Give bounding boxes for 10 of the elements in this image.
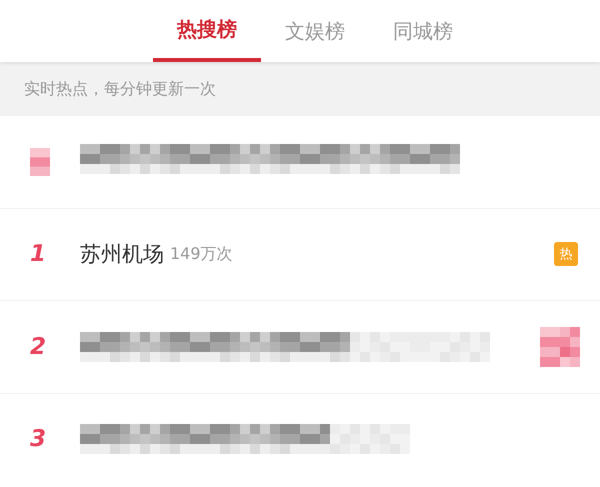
rank-number: 2 xyxy=(30,332,48,362)
view-count: 149万次 xyxy=(170,243,233,266)
redacted-icon xyxy=(30,148,50,176)
notice-text: 实时热点，每分钟更新一次 xyxy=(0,62,600,115)
topic-title[interactable]: 苏州机场 xyxy=(80,238,164,270)
rank-number: 3 xyxy=(30,425,48,454)
tab[interactable]: 文娱榜 xyxy=(271,0,359,62)
hot-badge: 热 xyxy=(554,242,578,266)
tab[interactable]: 同城榜 xyxy=(379,0,467,62)
rank-number: 1 xyxy=(30,240,48,269)
